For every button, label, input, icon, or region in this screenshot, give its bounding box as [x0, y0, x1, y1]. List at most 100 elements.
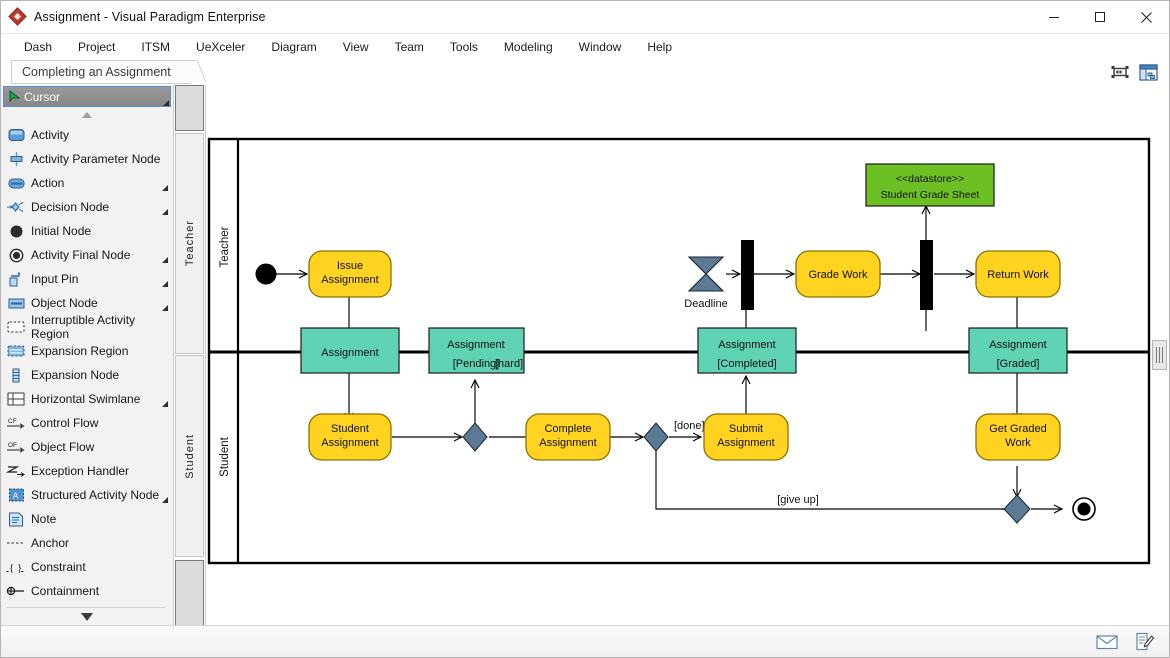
- lane-strip-teacher[interactable]: Teacher: [175, 133, 204, 354]
- minimize-icon: [1048, 11, 1060, 23]
- open-specification-button[interactable]: [1137, 62, 1159, 82]
- lane-strip-student[interactable]: Student: [175, 355, 204, 557]
- palette-item-containment[interactable]: Containment: [1, 579, 173, 603]
- node-label-line2: Assignment: [717, 437, 774, 449]
- menu-uexceler[interactable]: UeXceler: [183, 37, 258, 57]
- containment-icon: [5, 582, 27, 600]
- node-student-assignment[interactable]: Student Assignment: [309, 414, 391, 460]
- breadcrumb-bar: Completing an Assignment: [1, 59, 1169, 85]
- node-label-line1: Assignment: [718, 339, 775, 351]
- node-label-line1: Assignment: [447, 339, 504, 351]
- node-initial-node[interactable]: [256, 264, 277, 285]
- lane-strip-bottom-block[interactable]: [175, 560, 204, 633]
- menu-tools[interactable]: Tools: [437, 37, 491, 57]
- palette-item-activity-parameter-node[interactable]: Activity Parameter Node: [1, 147, 173, 171]
- expand-corner-icon: [162, 209, 168, 215]
- menu-project[interactable]: Project: [65, 37, 128, 57]
- breadcrumb[interactable]: Completing an Assignment: [11, 60, 191, 84]
- node-assignment-graded[interactable]: Assignment [Graded]: [969, 328, 1067, 373]
- message-button[interactable]: [1095, 631, 1119, 653]
- node-get-graded-work[interactable]: Get Graded Work: [976, 414, 1060, 460]
- node-complete-assignment[interactable]: Complete Assignment: [526, 414, 610, 460]
- node-label-line1: Complete: [544, 423, 591, 435]
- palette-item-cursor[interactable]: Cursor: [3, 86, 171, 107]
- palette-item-constraint[interactable]: { } Constraint: [1, 555, 173, 579]
- palette-item-activity[interactable]: Activity: [1, 123, 173, 147]
- palette-item-label: Decision Node: [31, 200, 109, 214]
- menu-dash[interactable]: Dash: [11, 37, 65, 57]
- svg-text:A: A: [12, 490, 18, 500]
- palette-item-structured-activity-node[interactable]: A Structured Activity Node: [1, 483, 173, 507]
- node-label-line1: Assignment: [321, 347, 378, 359]
- palette-item-label: Input Pin: [31, 272, 78, 286]
- note-icon: [5, 510, 27, 528]
- expand-corner-icon: [162, 305, 168, 311]
- structured-activity-node-icon: A: [5, 486, 27, 504]
- menu-view[interactable]: View: [330, 37, 382, 57]
- menu-window[interactable]: Window: [566, 37, 635, 57]
- node-label-line1: Issue: [337, 260, 363, 272]
- title-bar: Assignment - Visual Paradigm Enterprise: [1, 1, 1169, 34]
- fit-to-screen-button[interactable]: [1109, 62, 1131, 82]
- menu-team[interactable]: Team: [382, 37, 437, 57]
- palette-item-decision-node[interactable]: Decision Node: [1, 195, 173, 219]
- palette-item-label: Exception Handler: [31, 464, 129, 478]
- menu-bar: Dash Project ITSM UeXceler Diagram View …: [1, 34, 1169, 59]
- palette-item-input-pin[interactable]: Input Pin: [1, 267, 173, 291]
- node-activity-final[interactable]: [1073, 498, 1095, 520]
- menu-diagram[interactable]: Diagram: [258, 37, 329, 57]
- palette-scroll-down-button[interactable]: [1, 608, 173, 626]
- diagram-panel-icon: [1139, 64, 1158, 81]
- node-label-line2: [Graded]: [997, 358, 1040, 370]
- palette-item-control-flow[interactable]: CF Control Flow: [1, 411, 173, 435]
- palette-item-anchor[interactable]: Anchor: [1, 531, 173, 555]
- svg-text:CF: CF: [8, 418, 17, 425]
- palette-item-action[interactable]: Action: [1, 171, 173, 195]
- swimlane-label-teacher: Teacher: [219, 226, 231, 267]
- palette-item-object-flow[interactable]: OF Object Flow: [1, 435, 173, 459]
- close-button[interactable]: [1123, 1, 1169, 33]
- node-student-grade-sheet[interactable]: <<datastore>> Student Grade Sheet: [866, 164, 994, 206]
- node-assignment[interactable]: Assignment: [301, 328, 399, 373]
- expand-corner-icon: [162, 497, 168, 503]
- palette-item-initial-node[interactable]: Initial Node: [1, 219, 173, 243]
- node-fork-bar[interactable]: [920, 240, 933, 310]
- object-node-icon: [5, 294, 27, 312]
- fit-window-icon: [1111, 65, 1129, 79]
- palette-item-label: Object Flow: [31, 440, 94, 454]
- expand-corner-icon: [163, 100, 169, 106]
- swimlane-header-strip: Teacher Student: [174, 85, 206, 626]
- palette-item-object-node[interactable]: Object Node: [1, 291, 173, 315]
- minimize-button[interactable]: [1031, 1, 1077, 33]
- palette-item-expansion-node[interactable]: Expansion Node: [1, 363, 173, 387]
- node-assignment-completed[interactable]: Assignment [Completed]: [698, 328, 796, 373]
- node-submit-assignment[interactable]: Submit Assignment: [704, 414, 788, 460]
- svg-text:{ }: { }: [9, 562, 22, 574]
- lane-strip-label: Student: [184, 434, 196, 479]
- diagram-palette: Cursor Activity Activity Parameter: [1, 85, 174, 626]
- expand-corner-icon: [162, 185, 168, 191]
- palette-scroll-up-button[interactable]: [1, 107, 173, 123]
- palette-item-horizontal-swimlane[interactable]: Horizontal Swimlane: [1, 387, 173, 411]
- palette-item-interruptible-activity-region[interactable]: Interruptible Activity Region: [1, 315, 173, 339]
- expansion-region-icon: [5, 342, 27, 360]
- edge-label-give-up: [give up]: [777, 494, 819, 506]
- node-grade-work[interactable]: Grade Work: [796, 251, 880, 297]
- palette-item-expansion-region[interactable]: Expansion Region: [1, 339, 173, 363]
- menu-help[interactable]: Help: [634, 37, 685, 57]
- maximize-button[interactable]: [1077, 1, 1123, 33]
- annotation-button[interactable]: [1133, 631, 1157, 653]
- menu-modeling[interactable]: Modeling: [491, 37, 566, 57]
- menu-itsm[interactable]: ITSM: [128, 37, 183, 57]
- lane-strip-top-block[interactable]: [175, 85, 204, 131]
- canvas-vertical-splitter[interactable]: [1152, 340, 1167, 370]
- diagram-canvas[interactable]: Teacher Student: [206, 85, 1169, 626]
- palette-item-activity-final-node[interactable]: Activity Final Node: [1, 243, 173, 267]
- palette-item-exception-handler[interactable]: Exception Handler: [1, 459, 173, 483]
- main-area: Cursor Activity Activity Parameter: [1, 85, 1169, 626]
- palette-item-note[interactable]: Note: [1, 507, 173, 531]
- expand-corner-icon: [162, 281, 168, 287]
- node-join-bar[interactable]: [741, 240, 754, 310]
- node-return-work[interactable]: Return Work: [976, 251, 1060, 297]
- node-issue-assignment[interactable]: Issue Assignment: [309, 251, 391, 297]
